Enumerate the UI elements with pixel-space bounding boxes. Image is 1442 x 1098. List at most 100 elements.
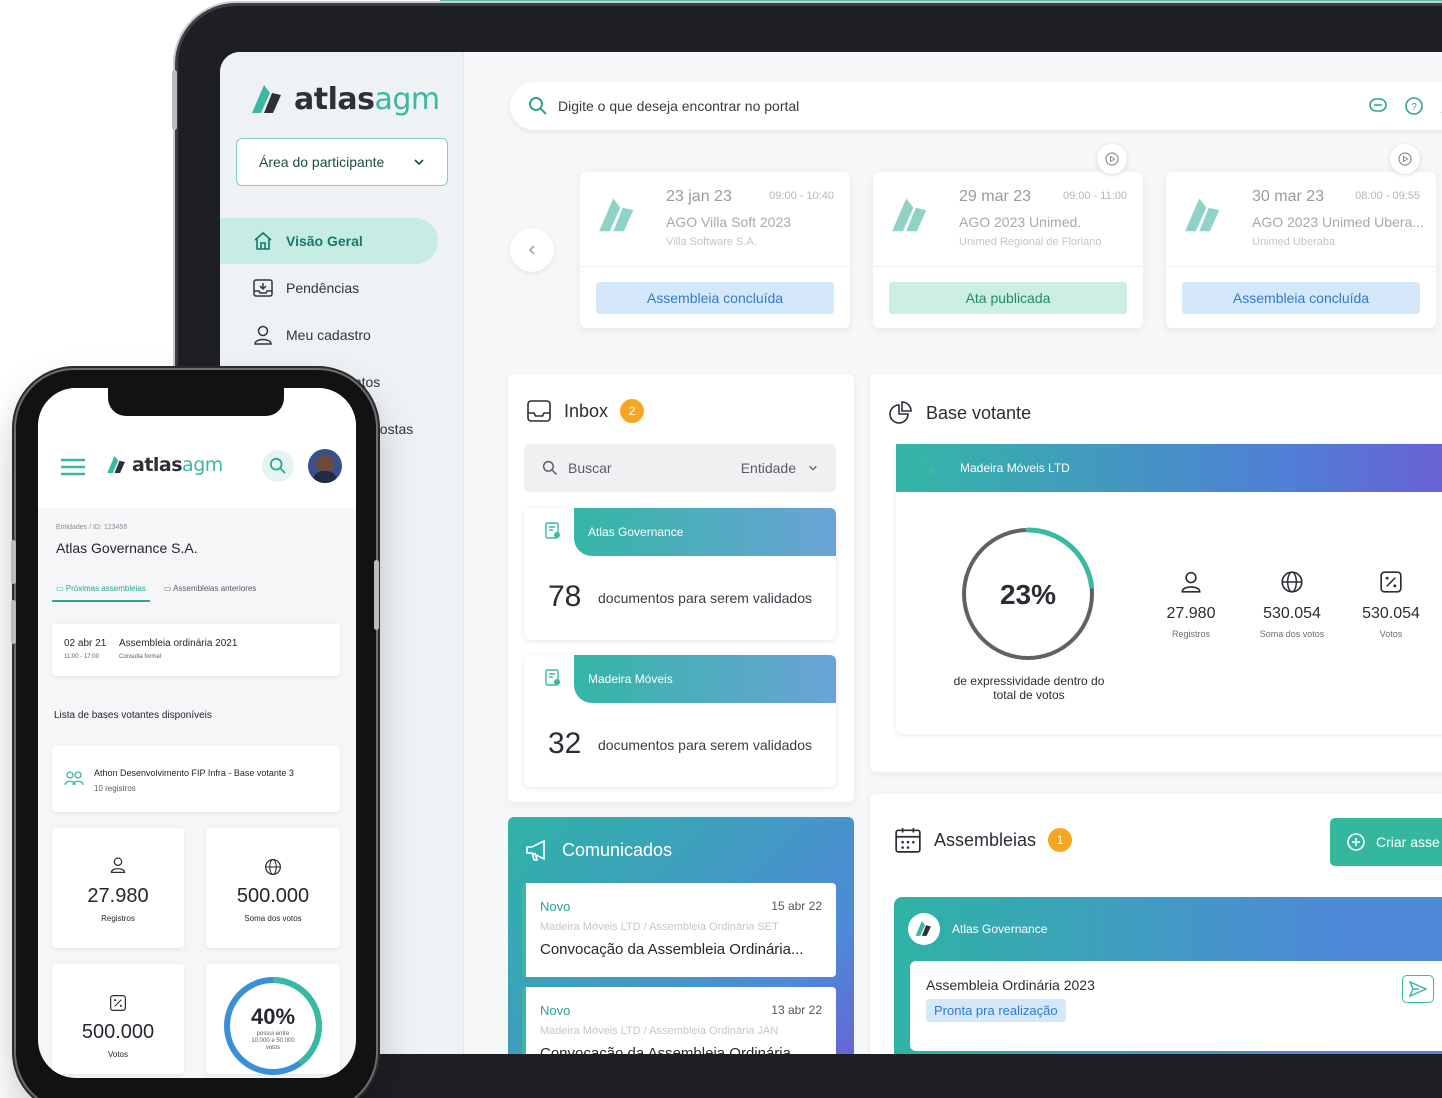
gauge-caption-2: 10.000 e 50.000 bbox=[251, 1038, 295, 1044]
event-date: 30 mar 23 bbox=[1252, 188, 1325, 205]
sidebar-item-visao-geral[interactable]: Visão Geral bbox=[220, 218, 438, 264]
comunicado-item[interactable]: Novo 15 abr 22 Madeira Móveis LTD / Asse… bbox=[522, 883, 836, 977]
bases-list-title: Lista de bases votantes disponíveis bbox=[54, 710, 212, 721]
phone-meeting-card[interactable]: 02 abr 21 11:00 - 17:00 Assembleia ordin… bbox=[52, 624, 340, 676]
gauge-caption-3: votos bbox=[266, 1045, 280, 1051]
comunicados-panel: Comunicados Novo 15 abr 22 Madeira Móvei… bbox=[508, 817, 854, 1054]
assembly-title: Assembleia Ordinária 2023 bbox=[926, 977, 1095, 993]
event-card[interactable]: 30 mar 23 08:00 - 09:55 AGO 2023 Unimed … bbox=[1166, 144, 1436, 328]
phone-metric-soma-votos: 500.000 Soma dos votos bbox=[206, 828, 340, 948]
calendar-icon bbox=[895, 828, 921, 853]
doc-count: 78 bbox=[548, 580, 582, 613]
comunicado-date: 13 abr 22 bbox=[771, 1003, 822, 1017]
event-date: 29 mar 23 bbox=[959, 188, 1032, 205]
area-select[interactable]: Área do participante bbox=[236, 138, 448, 186]
phone-brand-logo[interactable]: atlasagm bbox=[106, 454, 223, 476]
logo-mark-icon bbox=[915, 921, 931, 936]
entity-filter[interactable]: Entidade bbox=[741, 460, 796, 476]
comunicados-title: Comunicados bbox=[524, 837, 672, 863]
metric-label: Registros bbox=[101, 914, 135, 923]
carousel-prev-button[interactable] bbox=[510, 228, 554, 272]
phone-search-button[interactable] bbox=[262, 450, 294, 482]
tab-assembleias-anteriores[interactable]: ▭ Assembleias anteriores bbox=[160, 584, 261, 602]
inbox-doc-card[interactable]: Madeira Móveis 32 documentos para serem … bbox=[524, 655, 836, 787]
metric-value: 500.000 bbox=[81, 1021, 155, 1043]
user-icon bbox=[1181, 571, 1201, 593]
send-icon bbox=[1409, 981, 1427, 997]
divider bbox=[580, 266, 850, 267]
chevron-down-icon bbox=[414, 159, 424, 166]
search-placeholder[interactable]: Digite o que deseja encontrar no portal bbox=[558, 98, 799, 114]
event-status: Ata publicada bbox=[889, 282, 1127, 314]
brand-logo[interactable]: atlasagm bbox=[250, 82, 440, 117]
search-icon bbox=[529, 97, 547, 115]
inbox-title: Inbox 2 bbox=[526, 398, 645, 424]
comunicado-item[interactable]: Novo 13 abr 22 Madeira Móveis LTD / Asse… bbox=[522, 987, 836, 1054]
assembleias-title-text: Assembleias bbox=[934, 829, 1037, 850]
inbox-download-icon bbox=[253, 279, 273, 297]
chevron-down-icon[interactable] bbox=[808, 463, 818, 473]
base-votante-panel: Base votante Madeira Móveis LTD 23% de e… bbox=[870, 374, 1442, 772]
meeting-type: Consulta formal bbox=[119, 654, 162, 660]
metric-label: Soma dos votos bbox=[244, 914, 302, 923]
help-icon[interactable]: ? bbox=[1404, 96, 1424, 116]
assembleias-title: Assembleias 1 bbox=[894, 826, 1073, 854]
comunicados-title-text: Comunicados bbox=[562, 839, 673, 860]
document-icon bbox=[545, 669, 560, 686]
area-select-value: Área do participante bbox=[259, 154, 385, 170]
entity-band: Atlas Governance bbox=[574, 508, 836, 556]
sidebar-item-meu-cadastro[interactable]: Meu cadastro bbox=[220, 312, 438, 358]
phone-notch bbox=[108, 388, 284, 416]
inbox-search[interactable]: Buscar Entidade bbox=[524, 444, 836, 492]
inbox-doc-card[interactable]: Atlas Governance 78 documentos para sere… bbox=[524, 508, 836, 640]
header-actions: ? bbox=[1368, 96, 1442, 116]
inbox-search-placeholder[interactable]: Buscar bbox=[568, 460, 612, 476]
comunicado-title: Convocação da Assembleia Ordinária... bbox=[540, 1045, 804, 1054]
hamburger-menu-icon[interactable] bbox=[60, 458, 86, 476]
assembly-card[interactable]: Atlas Governance Assembleia Ordinária 20… bbox=[894, 897, 1442, 1054]
logo-mark-icon bbox=[252, 84, 281, 113]
event-card[interactable]: 29 mar 23 09:00 - 11:00 AGO 2023 Unimed.… bbox=[873, 144, 1143, 328]
create-assembly-button[interactable]: Criar asse bbox=[1330, 818, 1442, 866]
phone-gauge-card: 40% possui entre 10.000 e 50.000 votos bbox=[206, 964, 340, 1075]
assembly-entity: Atlas Governance bbox=[952, 922, 1048, 936]
metric-label: Soma dos votos bbox=[1259, 629, 1325, 639]
plus-circle-icon bbox=[1347, 833, 1365, 851]
event-card[interactable]: 23 jan 23 09:00 - 10:40 AGO Villa Soft 2… bbox=[580, 172, 850, 328]
meeting-title: Assembleia ordinária 2021 bbox=[119, 638, 238, 649]
percent-icon bbox=[110, 995, 126, 1011]
metric-label: Votos bbox=[107, 1050, 128, 1059]
home-icon bbox=[254, 231, 272, 250]
inbox-title-text: Inbox bbox=[564, 400, 609, 421]
sidebar-item-pendencias[interactable]: Pendências bbox=[220, 265, 438, 311]
metric-votos: 530.054 Votos bbox=[1336, 570, 1442, 639]
send-button[interactable] bbox=[1402, 975, 1434, 1003]
event-title: AGO 2023 Unimed. bbox=[959, 214, 1082, 230]
avatar-body bbox=[313, 471, 337, 483]
event-status: Assembleia concluída bbox=[1182, 282, 1420, 314]
play-icon bbox=[1105, 152, 1119, 166]
tablet-screen: atlasagm Área do participante Visão Gera… bbox=[220, 52, 1442, 1054]
event-company: Unimed Uberaba bbox=[1252, 236, 1336, 248]
phone-tabs: ▭ Próximas assembleias ▭ Assembleias ant… bbox=[52, 584, 260, 602]
entity-band: Madeira Móveis bbox=[574, 655, 836, 703]
phone-volume-button bbox=[11, 540, 16, 584]
base-votante-title-text: Base votante bbox=[926, 402, 1032, 423]
event-logo-icon bbox=[1185, 198, 1220, 232]
percent-icon bbox=[1380, 571, 1402, 593]
avatar[interactable] bbox=[308, 449, 342, 483]
phone-breadcrumb: Entidades / ID: 123456 bbox=[56, 524, 128, 531]
play-button[interactable] bbox=[1097, 144, 1127, 174]
event-logo-icon bbox=[599, 198, 634, 232]
chat-icon[interactable] bbox=[1368, 96, 1388, 116]
play-button[interactable] bbox=[1390, 144, 1420, 174]
comunicado-path: Madeira Móveis LTD / Assembleia Ordinári… bbox=[540, 1025, 779, 1037]
phone-base-card[interactable]: Athon Desenvolvimento FIP Infra - Base v… bbox=[52, 746, 340, 812]
base-votante-entity: Madeira Móveis LTD bbox=[960, 461, 1070, 475]
portal-search[interactable]: Digite o que deseja encontrar no portal … bbox=[510, 82, 1442, 130]
assembly-details: Assembleia Ordinária 2023 Pronta pra rea… bbox=[910, 961, 1442, 1051]
tab-proximas-assembleias[interactable]: ▭ Próximas assembleias bbox=[52, 584, 150, 602]
document-icon bbox=[545, 522, 560, 539]
inbox-icon bbox=[527, 400, 551, 422]
phone-power-button bbox=[374, 560, 379, 630]
